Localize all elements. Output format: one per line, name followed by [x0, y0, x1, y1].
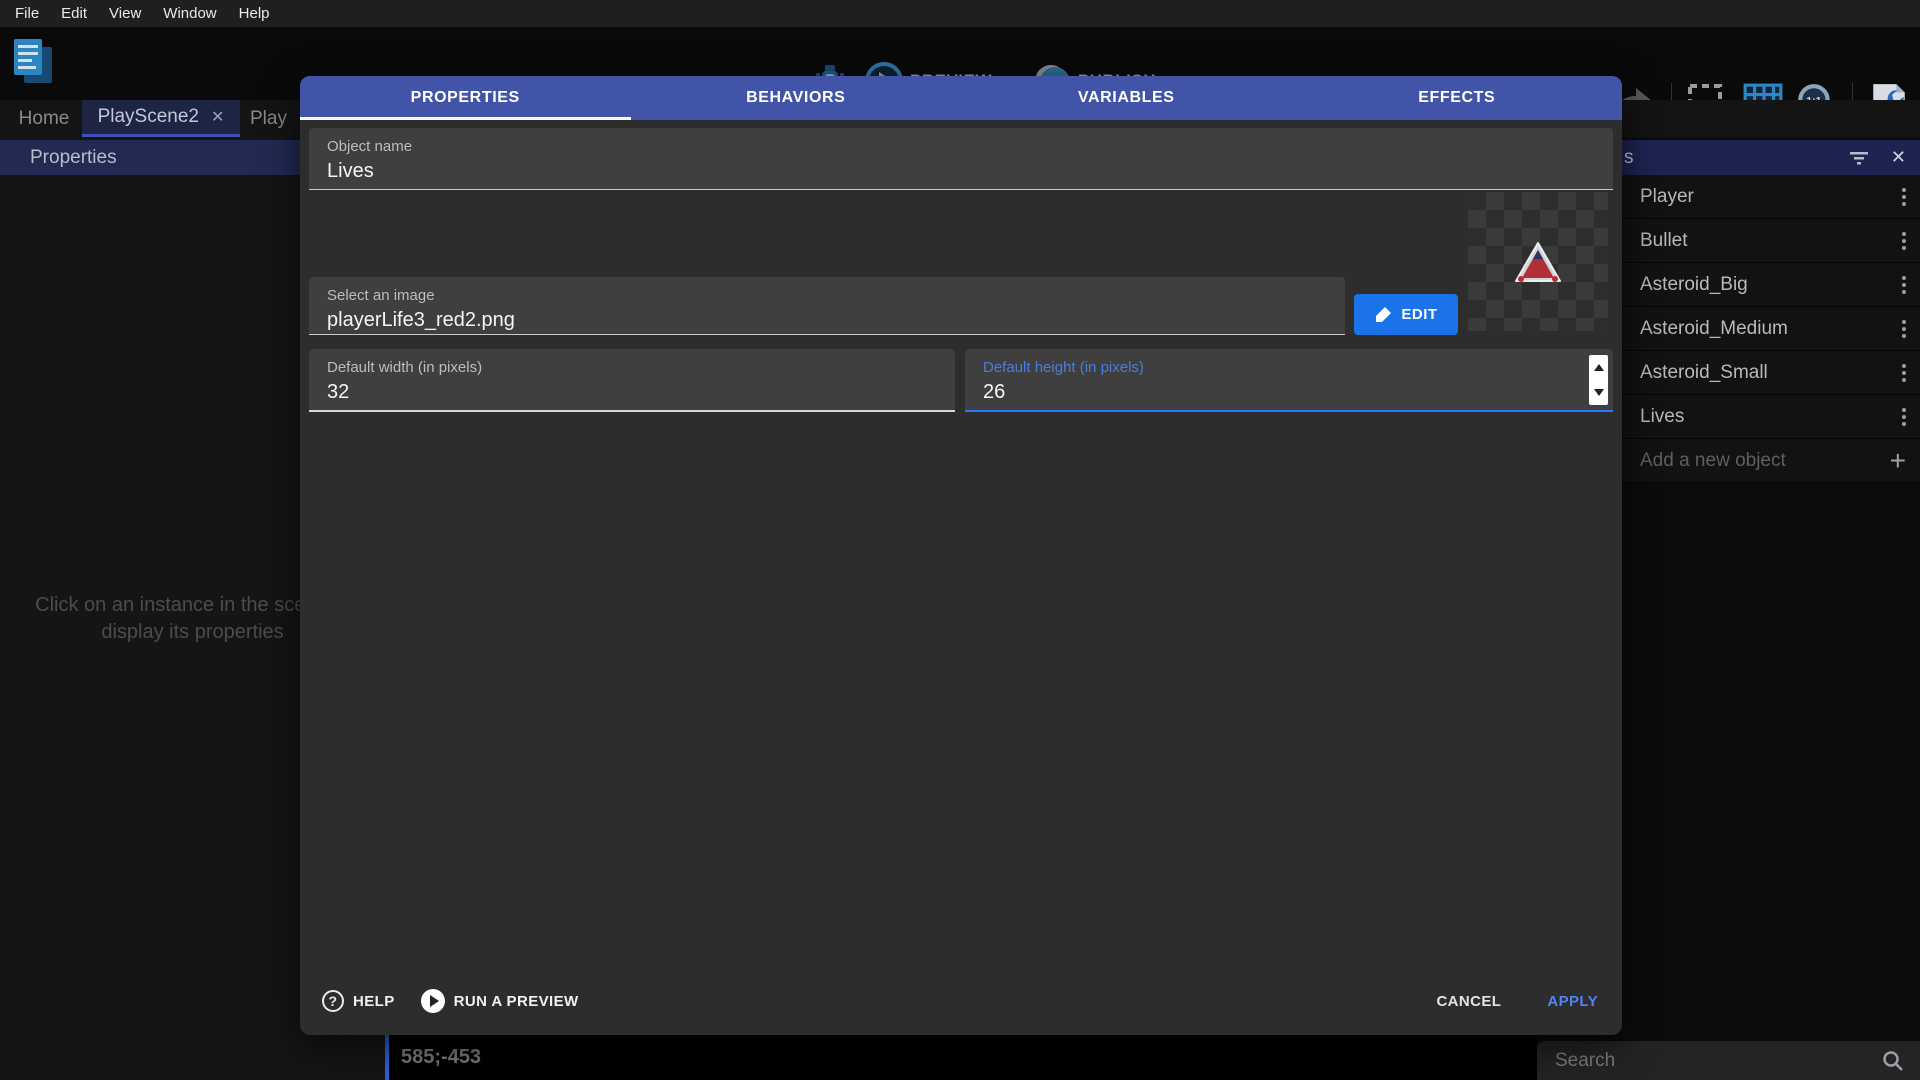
close-tab-icon[interactable]: ✕ — [211, 107, 224, 127]
kebab-menu-icon[interactable] — [1902, 364, 1906, 382]
height-stepper[interactable] — [1589, 355, 1608, 405]
gdevelop-window: File Edit View Window Help — [0, 0, 1920, 1080]
object-row-bullet[interactable]: Bullet — [1622, 219, 1920, 263]
menu-window[interactable]: Window — [152, 5, 227, 22]
default-height-label: Default height (in pixels) — [983, 359, 1144, 376]
kebab-menu-icon[interactable] — [1902, 188, 1906, 206]
object-label: Asteroid_Small — [1640, 362, 1768, 384]
add-new-object-row[interactable]: Add a new object + — [1622, 439, 1920, 483]
object-label: Asteroid_Medium — [1640, 318, 1788, 340]
object-label: Lives — [1640, 406, 1684, 428]
objects-panel-header: s ✕ — [1622, 140, 1920, 175]
object-editor-dialog: PROPERTIES BEHAVIORS VARIABLES EFFECTS O… — [300, 76, 1622, 1035]
run-a-preview-label: RUN A PREVIEW — [454, 993, 579, 1010]
tab-home-label: Home — [19, 108, 70, 130]
default-height-field: Default height (in pixels) — [965, 349, 1613, 412]
stepper-up-icon[interactable] — [1594, 364, 1604, 371]
image-select-label: Select an image — [327, 287, 435, 304]
cursor-coordinates: 585;-453 — [401, 1046, 481, 1069]
add-new-object-label: Add a new object — [1640, 450, 1786, 472]
object-row-player[interactable]: Player — [1622, 175, 1920, 219]
image-name-input[interactable] — [327, 309, 1259, 332]
objects-search-bar — [1537, 1041, 1920, 1080]
dialog-tab-behaviors[interactable]: BEHAVIORS — [631, 76, 962, 120]
default-width-field: Default width (in pixels) — [309, 349, 955, 412]
kebab-menu-icon[interactable] — [1902, 320, 1906, 338]
image-preview-thumbnail[interactable] — [1468, 192, 1608, 331]
tab-home[interactable]: Home — [6, 100, 82, 137]
object-name-input[interactable] — [327, 160, 1501, 183]
close-panel-icon[interactable]: ✕ — [1891, 147, 1906, 168]
dialog-actions-bar: ? HELP RUN A PREVIEW CANCEL APPLY — [322, 981, 1598, 1021]
run-a-preview-button[interactable]: RUN A PREVIEW — [421, 989, 579, 1013]
image-select-field: Select an image — [309, 277, 1345, 335]
help-question-icon: ? — [322, 990, 344, 1012]
dialog-tab-bar: PROPERTIES BEHAVIORS VARIABLES EFFECTS — [300, 76, 1622, 120]
object-row-asteroid-big[interactable]: Asteroid_Big — [1622, 263, 1920, 307]
tab-play-label: Play — [250, 108, 287, 130]
filter-icon[interactable] — [1849, 150, 1869, 166]
kebab-menu-icon[interactable] — [1902, 408, 1906, 426]
edit-image-button[interactable]: EDIT — [1354, 294, 1458, 335]
object-label: Bullet — [1640, 230, 1688, 252]
plus-icon[interactable]: + — [1890, 445, 1906, 477]
tab-playscene2-label: PlayScene2 — [98, 106, 199, 128]
menu-help[interactable]: Help — [228, 5, 281, 22]
object-row-asteroid-small[interactable]: Asteroid_Small — [1622, 351, 1920, 395]
project-manager-icon[interactable] — [12, 37, 54, 85]
cancel-button[interactable]: CANCEL — [1436, 993, 1501, 1010]
objects-panel: s ✕ Player Bullet Asteroid_Big — [1622, 137, 1920, 1080]
object-name-label: Object name — [327, 138, 412, 155]
kebab-menu-icon[interactable] — [1902, 276, 1906, 294]
stepper-down-icon[interactable] — [1594, 389, 1604, 396]
ship-sprite-icon — [1514, 241, 1562, 283]
menu-view[interactable]: View — [98, 5, 152, 22]
default-width-input[interactable] — [327, 381, 908, 404]
apply-button[interactable]: APPLY — [1547, 993, 1598, 1010]
dialog-tab-effects[interactable]: EFFECTS — [1292, 76, 1623, 120]
objects-panel-title-fragment: s — [1624, 147, 1634, 169]
help-button[interactable]: ? HELP — [322, 990, 395, 1012]
object-row-asteroid-medium[interactable]: Asteroid_Medium — [1622, 307, 1920, 351]
default-width-label: Default width (in pixels) — [327, 359, 482, 376]
edit-image-label: EDIT — [1401, 306, 1437, 323]
dialog-tab-variables[interactable]: VARIABLES — [961, 76, 1292, 120]
menu-file[interactable]: File — [4, 5, 50, 22]
menu-bar: File Edit View Window Help — [0, 0, 1920, 27]
dialog-tab-properties[interactable]: PROPERTIES — [300, 76, 631, 120]
object-label: Player — [1640, 186, 1694, 208]
paintbrush-icon — [1374, 306, 1392, 324]
objects-list: Player Bullet Asteroid_Big Asteroid_Medi… — [1622, 175, 1920, 483]
kebab-menu-icon[interactable] — [1902, 232, 1906, 250]
object-name-field: Object name — [309, 128, 1613, 190]
search-input[interactable] — [1537, 1050, 1882, 1072]
help-label: HELP — [353, 993, 395, 1010]
run-play-icon — [421, 989, 445, 1013]
menu-edit[interactable]: Edit — [50, 5, 98, 22]
tab-playscene2[interactable]: PlayScene2 ✕ — [82, 100, 240, 137]
object-label: Asteroid_Big — [1640, 274, 1748, 296]
search-icon[interactable] — [1882, 1050, 1904, 1072]
scene-status-strip: 585;-453 — [385, 1035, 1537, 1080]
object-row-lives[interactable]: Lives — [1622, 395, 1920, 439]
default-height-input[interactable] — [983, 381, 1566, 404]
